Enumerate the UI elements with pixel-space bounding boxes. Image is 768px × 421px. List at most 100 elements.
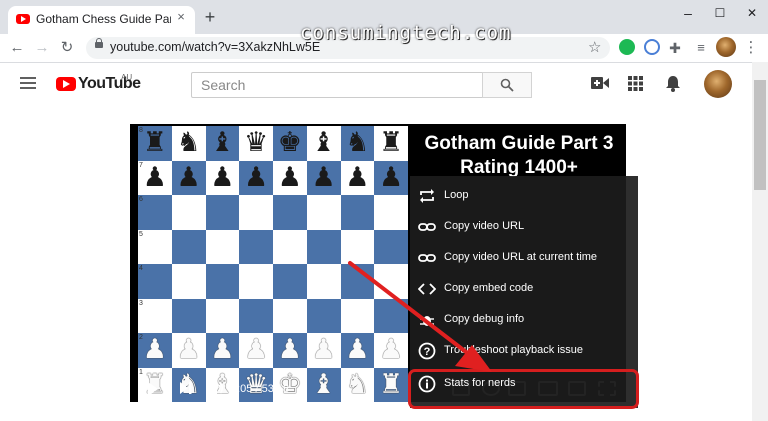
extension-blue-icon[interactable]: [644, 39, 660, 55]
rank-number: 5: [139, 230, 143, 238]
chess-piece: ♝: [311, 127, 336, 158]
apps-grid-icon[interactable]: [628, 76, 643, 91]
chess-piece: ♚: [277, 127, 302, 158]
search-icon: [500, 78, 514, 92]
context-menu-item-debug[interactable]: Copy debug info: [410, 305, 638, 336]
board-square: [273, 298, 307, 333]
chess-piece: ♟: [345, 334, 370, 365]
board-square: [239, 264, 273, 299]
chess-piece: ♟: [345, 161, 370, 193]
video-title-line-1: Gotham Guide Part 3: [424, 133, 614, 154]
reload-icon[interactable]: ↻: [58, 39, 76, 57]
next-video-icon[interactable]: [180, 382, 192, 394]
extension-green-icon[interactable]: [619, 39, 635, 55]
rank-number: 6: [139, 196, 143, 203]
board-square: [340, 298, 375, 333]
context-menu-item-loop[interactable]: Loop: [410, 181, 638, 212]
context-menu-label: Copy video URL: [444, 220, 525, 232]
board-square: [205, 195, 240, 230]
region-code: AU: [121, 73, 133, 82]
board-square: [239, 229, 273, 264]
chess-piece: ♟: [210, 161, 235, 193]
browser-menu-icon[interactable]: ⋮: [742, 39, 760, 57]
chess-piece: ♜: [379, 127, 404, 158]
context-menu-item-copy-url[interactable]: Copy video URL: [410, 212, 638, 243]
board-square: [273, 195, 307, 230]
url-text: youtube.com/watch?v=3XakzNhLw5E: [110, 40, 321, 54]
board-square: [340, 264, 375, 299]
context-menu-item-copy-embed[interactable]: Copy embed code: [410, 274, 638, 305]
extensions-puzzle-icon[interactable]: ✚: [666, 39, 684, 57]
user-avatar[interactable]: [704, 70, 732, 98]
board-square: [374, 195, 408, 230]
board-square: [239, 195, 273, 230]
scrollbar-thumb[interactable]: [754, 80, 766, 190]
create-video-icon[interactable]: [591, 76, 609, 90]
chess-piece: ♟: [176, 334, 201, 365]
youtube-logo-icon[interactable]: [56, 77, 76, 91]
board-square: [306, 264, 341, 299]
chess-piece: ♟: [244, 334, 269, 365]
board-square: [171, 229, 206, 264]
svg-text:?: ?: [424, 346, 431, 358]
board-square: [306, 298, 341, 333]
back-icon[interactable]: ←: [8, 39, 26, 57]
maximize-button[interactable]: ☐: [704, 3, 736, 23]
hamburger-menu-icon[interactable]: [20, 77, 36, 89]
profile-avatar[interactable]: [716, 37, 736, 57]
board-square: [138, 195, 172, 230]
video-time: 0:05 / 53:18: [231, 383, 290, 395]
board-square: [374, 264, 408, 299]
code-icon: [418, 283, 436, 295]
close-window-button[interactable]: ✕: [736, 3, 768, 23]
browser-tab[interactable]: Gotham Chess Guide Part 3: 1400 ×: [8, 6, 195, 34]
context-menu-label: Copy embed code: [444, 282, 534, 294]
page-scrollbar[interactable]: [752, 62, 768, 421]
rank-number: 3: [139, 299, 143, 307]
help-icon: ?: [418, 342, 436, 360]
stats-for-nerds-highlight: [408, 369, 639, 409]
chess-piece: ♟: [277, 334, 302, 365]
board-square: [273, 264, 307, 299]
youtube-header: YouTube AU Search: [0, 63, 752, 105]
board-square: [205, 229, 240, 264]
context-menu-item-troubleshoot[interactable]: ? Troubleshoot playback issue: [410, 336, 638, 367]
board-square: [340, 229, 375, 264]
minimize-button[interactable]: –: [672, 3, 704, 23]
video-title-overlay: Gotham Guide Part 3 Rating 1400+: [414, 132, 624, 180]
chess-piece: ♜: [142, 127, 167, 158]
lock-icon: [95, 38, 103, 48]
volume-icon[interactable]: [208, 381, 224, 395]
search-button[interactable]: [482, 72, 532, 98]
play-icon[interactable]: [148, 382, 158, 396]
star-icon[interactable]: ☆: [588, 38, 601, 56]
search-input[interactable]: Search: [191, 72, 483, 98]
new-tab-button[interactable]: +: [202, 8, 218, 26]
chess-piece: ♟: [311, 334, 336, 365]
chess-piece: ♟: [244, 161, 269, 193]
close-tab-icon[interactable]: ×: [174, 10, 188, 24]
chess-piece: ♞: [345, 127, 370, 158]
loop-icon: [420, 189, 434, 203]
context-menu-item-copy-url-time[interactable]: Copy video URL at current time: [410, 243, 638, 274]
chess-piece: ♟: [142, 334, 167, 365]
chess-piece: ♟: [210, 334, 235, 365]
board-square: [171, 298, 206, 333]
forward-icon[interactable]: →: [33, 39, 51, 57]
board-square: [239, 298, 273, 333]
chess-piece: ♟: [142, 161, 167, 193]
link-icon: [418, 254, 436, 262]
chess-board: 8 7 6 5 4 3 2 1 ♜ ♟ ♟ ♜ ♞ ♟ ♟ ♞ ♝ ♟ ♟ ♝ ♛ ♟ ♟ ♛ ♚ ♟ ♟ ♚ ♝ ♟ ♟ ♝ ♞ ♟ ♟ ♞ ♜ ♟ ♟ ♜: [138, 126, 408, 402]
chess-piece: ♞: [176, 127, 201, 158]
board-square: [306, 229, 341, 264]
board-square: [374, 298, 408, 333]
chess-piece: ♟: [176, 161, 201, 193]
board-square: [138, 264, 172, 299]
notifications-bell-icon[interactable]: [666, 75, 680, 92]
board-square: [205, 264, 240, 299]
media-queue-icon[interactable]: ≡: [692, 39, 710, 57]
tab-title: Gotham Chess Guide Part 3: 1400: [36, 12, 171, 26]
board-square: [138, 229, 172, 264]
youtube-favicon-icon: [16, 14, 30, 24]
search-placeholder: Search: [201, 77, 246, 93]
